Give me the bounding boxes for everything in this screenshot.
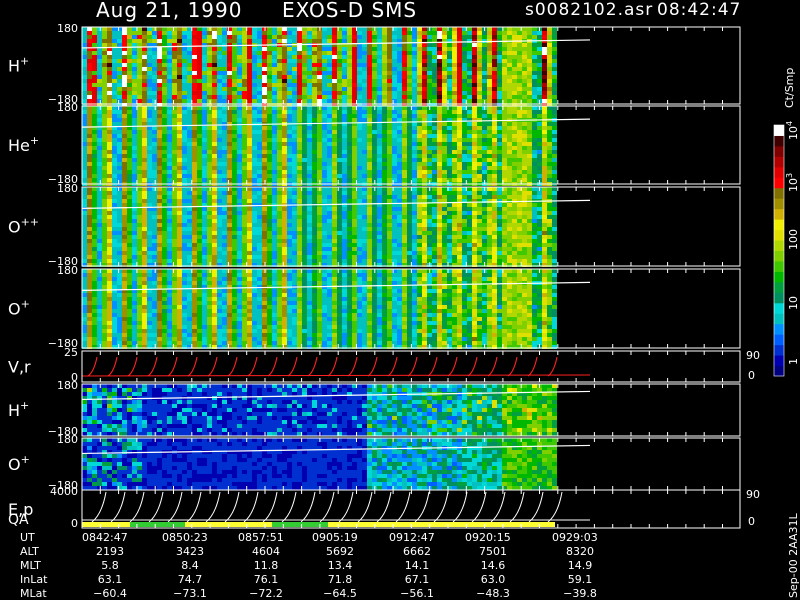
ephem-MLT-6: 14.9 [568, 559, 593, 572]
ephem-ALT-0: 2193 [96, 545, 124, 558]
ephem-ALT-5: 7501 [479, 545, 507, 558]
right-tick-min-4: 0 [748, 369, 755, 382]
ephem-MLat-0: −60.4 [93, 587, 127, 600]
panel-label-2: O++ [8, 216, 39, 237]
ytick-max-5: 180 [57, 379, 78, 392]
ephem-InLat-3: 71.8 [328, 573, 353, 586]
ephem-ALT-3: 5692 [326, 545, 354, 558]
ephem-MLT-0: 5.8 [101, 559, 119, 572]
ytick-max-0: 180 [57, 22, 78, 35]
ephem-MLat-5: −48.3 [476, 587, 510, 600]
ephem-ALT-2: 4604 [252, 545, 280, 558]
ephem-UT-2: 0857:51 [238, 531, 284, 544]
ytick-max-4: 25 [64, 346, 78, 359]
ytick-max-3: 180 [57, 264, 78, 277]
ytick-max-1: 180 [57, 101, 78, 114]
ytick-max-7: 4000 [50, 485, 78, 498]
right-tick-max-4: 90 [746, 349, 760, 362]
spectrogram-panels: H+180−180He+180−180O++180−180O+180−180V,… [8, 22, 800, 600]
ephem-ALT-1: 3423 [176, 545, 204, 558]
colorbar-tick-1: 10 [787, 296, 800, 310]
ephem-MLT-1: 8.4 [181, 559, 199, 572]
ephem-MLat-2: −72.2 [249, 587, 283, 600]
ytick-max-6: 180 [57, 433, 78, 446]
colorbar-tick-0: 1 [787, 358, 800, 365]
ytick-max-2: 180 [57, 182, 78, 195]
ephem-UT-0: 0842:47 [82, 531, 128, 544]
colorbar-tick-3: 103 [785, 173, 800, 192]
colorbar-tick-4: 104 [785, 121, 800, 140]
ephem-MLat-4: −56.1 [400, 587, 434, 600]
ephem-MLat-6: −39.8 [563, 587, 597, 600]
ephem-MLat-3: −64.5 [323, 587, 357, 600]
right-tick-min-7: 0 [748, 515, 755, 528]
ephem-MLT-3: 13.4 [328, 559, 353, 572]
ephem-InLat-4: 67.1 [405, 573, 430, 586]
ephem-label-ALT: ALT [20, 545, 39, 558]
ephem-MLT-5: 14.6 [481, 559, 506, 572]
panel-label-4: V,r [8, 358, 31, 377]
ephem-MLT-4: 14.1 [405, 559, 430, 572]
ephem-ALT-6: 8320 [566, 545, 594, 558]
colorbar-unit: Ct/Smp [783, 68, 796, 108]
ytick-min-7: 0 [71, 517, 78, 530]
panel-label-0: H+ [8, 55, 29, 76]
colorbar: Ct/Smp 1 10 100 103 104 [773, 68, 800, 377]
footer-stamp: Sep-00 2AA31L [787, 512, 800, 598]
qa-label: QA [8, 512, 29, 528]
ephem-MLat-1: −73.1 [173, 587, 207, 600]
ephem-label-InLat: InLat [20, 573, 48, 586]
colorbar-tick-2: 100 [787, 229, 800, 250]
ephem-InLat-6: 59.1 [568, 573, 593, 586]
ephem-UT-5: 0920:15 [465, 531, 511, 544]
ephem-ALT-4: 6662 [403, 545, 431, 558]
panel-label-3: O+ [8, 298, 30, 319]
panel-label-6: O+ [8, 453, 30, 474]
panel-label-5: H+ [8, 399, 29, 420]
ephem-UT-4: 0912:47 [389, 531, 435, 544]
ephem-UT-1: 0850:23 [162, 531, 208, 544]
ephem-InLat-1: 74.7 [178, 573, 203, 586]
ephem-label-MLat: MLat [20, 587, 47, 600]
ephem-InLat-0: 63.1 [98, 573, 123, 586]
panel-label-1: He+ [8, 134, 39, 155]
ephem-InLat-2: 76.1 [254, 573, 279, 586]
ephem-InLat-5: 63.0 [481, 573, 506, 586]
right-tick-max-7: 90 [746, 488, 760, 501]
ephem-label-UT: UT [20, 531, 35, 544]
ephem-MLT-2: 11.8 [254, 559, 279, 572]
ephem-UT-3: 0905:19 [312, 531, 358, 544]
sms-summary-plot: Aug 21, 1990 EXOS-D SMS s0082102.asr 08:… [0, 0, 800, 600]
ephem-UT-6: 0929:03 [552, 531, 598, 544]
ephem-label-MLT: MLT [20, 559, 41, 572]
